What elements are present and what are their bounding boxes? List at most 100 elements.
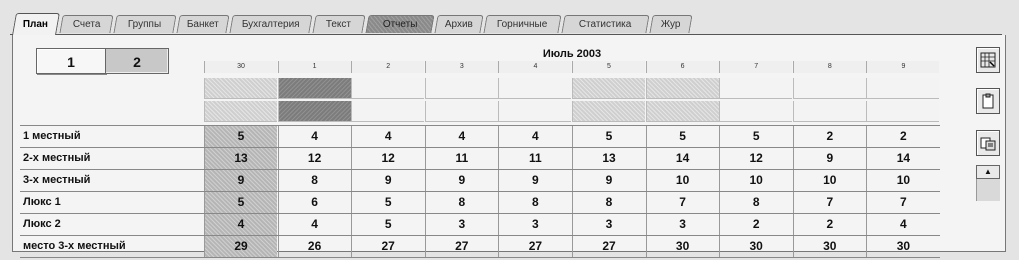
day-header-cell[interactable]: 4	[498, 61, 572, 73]
scrollbar-track[interactable]	[976, 179, 1000, 201]
availability-cell[interactable]: 12	[277, 148, 351, 169]
availability-cell[interactable]: 9	[572, 170, 645, 191]
availability-cell[interactable]: 8	[424, 192, 498, 213]
availability-cell[interactable]: 8	[719, 192, 792, 213]
availability-cell[interactable]: 9	[424, 170, 498, 191]
availability-cell[interactable]: 5	[351, 192, 424, 213]
availability-cell[interactable]: 7	[866, 192, 939, 213]
availability-cell[interactable]: 13	[572, 148, 645, 169]
availability-cell[interactable]: 14	[645, 148, 719, 169]
availability-cell[interactable]: 4	[351, 126, 424, 147]
tab-4[interactable]: Бухгалтерия	[229, 15, 313, 33]
scroll-up-button[interactable]: ▲	[976, 165, 1000, 179]
occupancy-cell[interactable]	[424, 101, 498, 122]
occupancy-cell[interactable]	[204, 101, 277, 122]
availability-cell[interactable]: 30	[645, 236, 719, 257]
occupancy-cell[interactable]	[719, 101, 793, 122]
day-header-cell[interactable]: 30	[204, 61, 277, 73]
tab-10[interactable]: Жур	[649, 15, 693, 33]
availability-cell[interactable]: 3	[572, 214, 645, 235]
occupancy-cell[interactable]	[645, 78, 719, 99]
tab-0[interactable]: План	[12, 13, 60, 35]
clipboard-button[interactable]	[976, 88, 1000, 114]
tab-1[interactable]: Счета	[59, 15, 114, 33]
day-header-cell[interactable]: 7	[719, 61, 793, 73]
availability-cell[interactable]: 2	[792, 214, 866, 235]
occupancy-cell[interactable]	[351, 78, 425, 99]
occupancy-cell[interactable]	[866, 101, 940, 122]
availability-cell[interactable]: 5	[572, 126, 645, 147]
availability-cell[interactable]: 27	[572, 236, 645, 257]
grid-save-button[interactable]	[976, 47, 1000, 73]
occupancy-cell[interactable]	[792, 101, 866, 122]
availability-cell[interactable]: 30	[719, 236, 792, 257]
availability-cell[interactable]: 3	[498, 214, 571, 235]
occupancy-cell[interactable]	[719, 78, 793, 99]
availability-cell[interactable]: 5	[204, 192, 277, 213]
occupancy-cell[interactable]	[572, 101, 645, 122]
availability-cell[interactable]: 8	[498, 192, 571, 213]
tab-8[interactable]: Горничные	[483, 15, 562, 33]
tab-6[interactable]: Отчеты	[365, 15, 435, 33]
occupancy-cell[interactable]	[351, 101, 425, 122]
availability-cell[interactable]: 11	[424, 148, 498, 169]
availability-cell[interactable]: 10	[719, 170, 792, 191]
availability-cell[interactable]: 5	[351, 214, 424, 235]
tab-3[interactable]: Банкет	[176, 15, 230, 33]
occupancy-cell[interactable]	[277, 101, 351, 122]
copy-calendar-button[interactable]	[976, 130, 1000, 156]
occupancy-cell[interactable]	[498, 101, 572, 122]
availability-cell[interactable]: 8	[572, 192, 645, 213]
page-1-button[interactable]: 1	[36, 48, 106, 74]
availability-cell[interactable]: 12	[351, 148, 424, 169]
availability-cell[interactable]: 5	[204, 126, 277, 147]
day-header-cell[interactable]: 9	[866, 61, 940, 73]
availability-cell[interactable]: 2	[719, 214, 792, 235]
day-header-cell[interactable]: 5	[572, 61, 645, 73]
occupancy-cell[interactable]	[572, 78, 645, 99]
availability-cell[interactable]: 4	[204, 214, 277, 235]
availability-cell[interactable]: 5	[719, 126, 792, 147]
page-2-button[interactable]: 2	[105, 48, 169, 74]
availability-cell[interactable]: 7	[645, 192, 719, 213]
occupancy-cell[interactable]	[498, 78, 572, 99]
occupancy-cell[interactable]	[204, 78, 277, 99]
availability-cell[interactable]: 4	[866, 214, 939, 235]
availability-cell[interactable]: 10	[866, 170, 939, 191]
availability-cell[interactable]: 26	[277, 236, 351, 257]
day-header-cell[interactable]: 6	[645, 61, 719, 73]
availability-cell[interactable]: 27	[498, 236, 571, 257]
occupancy-cell[interactable]	[277, 78, 351, 99]
availability-cell[interactable]: 3	[424, 214, 498, 235]
availability-cell[interactable]: 9	[498, 170, 571, 191]
availability-cell[interactable]: 4	[277, 214, 351, 235]
availability-cell[interactable]: 6	[277, 192, 351, 213]
tab-7[interactable]: Архив	[434, 15, 484, 33]
occupancy-cell[interactable]	[792, 78, 866, 99]
availability-cell[interactable]: 5	[645, 126, 719, 147]
occupancy-cell[interactable]	[645, 101, 719, 122]
day-header-cell[interactable]: 1	[277, 61, 351, 73]
availability-cell[interactable]: 13	[204, 148, 277, 169]
availability-cell[interactable]: 10	[645, 170, 719, 191]
occupancy-cell[interactable]	[424, 78, 498, 99]
availability-cell[interactable]: 8	[277, 170, 351, 191]
availability-cell[interactable]: 4	[424, 126, 498, 147]
availability-cell[interactable]: 7	[792, 192, 866, 213]
availability-cell[interactable]: 11	[498, 148, 571, 169]
availability-cell[interactable]: 27	[424, 236, 498, 257]
availability-cell[interactable]: 30	[792, 236, 866, 257]
availability-cell[interactable]: 4	[498, 126, 571, 147]
occupancy-cell[interactable]	[866, 78, 940, 99]
availability-cell[interactable]: 29	[204, 236, 277, 257]
availability-cell[interactable]: 10	[792, 170, 866, 191]
tab-5[interactable]: Текст	[312, 15, 366, 33]
availability-cell[interactable]: 9	[204, 170, 277, 191]
availability-cell[interactable]: 27	[351, 236, 424, 257]
availability-cell[interactable]: 2	[792, 126, 866, 147]
availability-cell[interactable]: 2	[866, 126, 939, 147]
tab-2[interactable]: Группы	[113, 15, 177, 33]
availability-cell[interactable]: 14	[866, 148, 939, 169]
availability-cell[interactable]: 9	[351, 170, 424, 191]
day-header-cell[interactable]: 8	[792, 61, 866, 73]
